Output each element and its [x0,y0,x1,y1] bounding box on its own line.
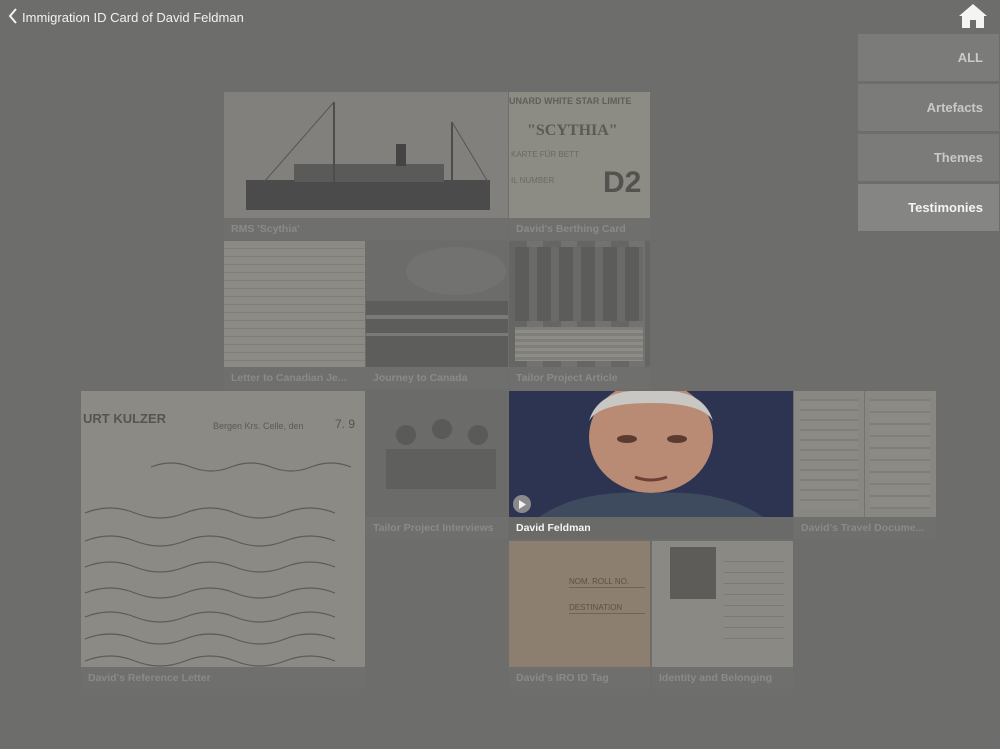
interviews-thumbnail [366,391,508,517]
home-button[interactable] [958,3,988,29]
tile-caption: Tailor Project Article [509,367,650,389]
tile-caption: David's Reference Letter [81,667,365,689]
identity-thumbnail [652,541,793,667]
chevron-left-icon [8,7,18,27]
home-icon [958,4,988,33]
tile-rms-scythia[interactable]: RMS 'Scythia' [224,92,508,240]
tile-letter-canadian[interactable]: Letter to Canadian Je... [224,241,365,389]
video-thumbnail [509,391,793,517]
iro-tag-thumbnail: NOM. ROLL NO. DESTINATION [509,541,650,667]
berthing-card-thumbnail: UNARD WHITE STAR LIMITE "SCYTHIA" KARTE … [509,92,650,218]
tile-journey-canada[interactable]: Journey to Canada [366,241,508,389]
tile-caption: David Feldman [509,517,793,539]
tile-tailor-article[interactable]: Tailor Project Article [509,241,650,389]
letter-thumbnail [224,241,365,367]
tile-caption: Journey to Canada [366,367,508,389]
tile-berthing-card[interactable]: UNARD WHITE STAR LIMITE "SCYTHIA" KARTE … [509,92,650,240]
tile-caption: David's Travel Docume... [794,517,936,539]
filter-menu: ALL Artefacts Themes Testimonies [858,34,999,234]
back-button[interactable]: Immigration ID Card of David Feldman [8,6,244,28]
filter-artefacts[interactable]: Artefacts [858,84,999,131]
filter-themes[interactable]: Themes [858,134,999,181]
tile-reference-letter[interactable]: URT KULZER Bergen Krs. Celle, den 7. 9 D… [81,391,365,689]
tile-tailor-interviews[interactable]: Tailor Project Interviews [366,391,508,539]
filter-all[interactable]: ALL [858,34,999,81]
tile-caption: RMS 'Scythia' [224,218,508,240]
tile-caption: David's Berthing Card [509,218,650,240]
tile-caption: Letter to Canadian Je... [224,367,365,389]
page-title: Immigration ID Card of David Feldman [22,9,244,25]
tile-iro-tag[interactable]: NOM. ROLL NO. DESTINATION David's IRO ID… [509,541,650,689]
tile-identity-belonging[interactable]: Identity and Belonging [652,541,793,689]
journey-thumbnail [366,241,508,367]
article-thumbnail [509,241,650,367]
tile-caption: David's IRO ID Tag [509,667,650,689]
tile-caption: Identity and Belonging [652,667,793,689]
tile-caption: Tailor Project Interviews [366,517,508,539]
reference-letter-thumbnail: URT KULZER Bergen Krs. Celle, den 7. 9 [81,391,365,667]
ship-thumbnail [224,92,508,218]
tile-travel-documents[interactable]: David's Travel Docume... [794,391,936,539]
play-icon[interactable] [513,495,531,513]
travel-documents-thumbnail [794,391,936,517]
filter-testimonies[interactable]: Testimonies [858,184,999,231]
tile-david-feldman[interactable]: David Feldman [509,391,793,539]
